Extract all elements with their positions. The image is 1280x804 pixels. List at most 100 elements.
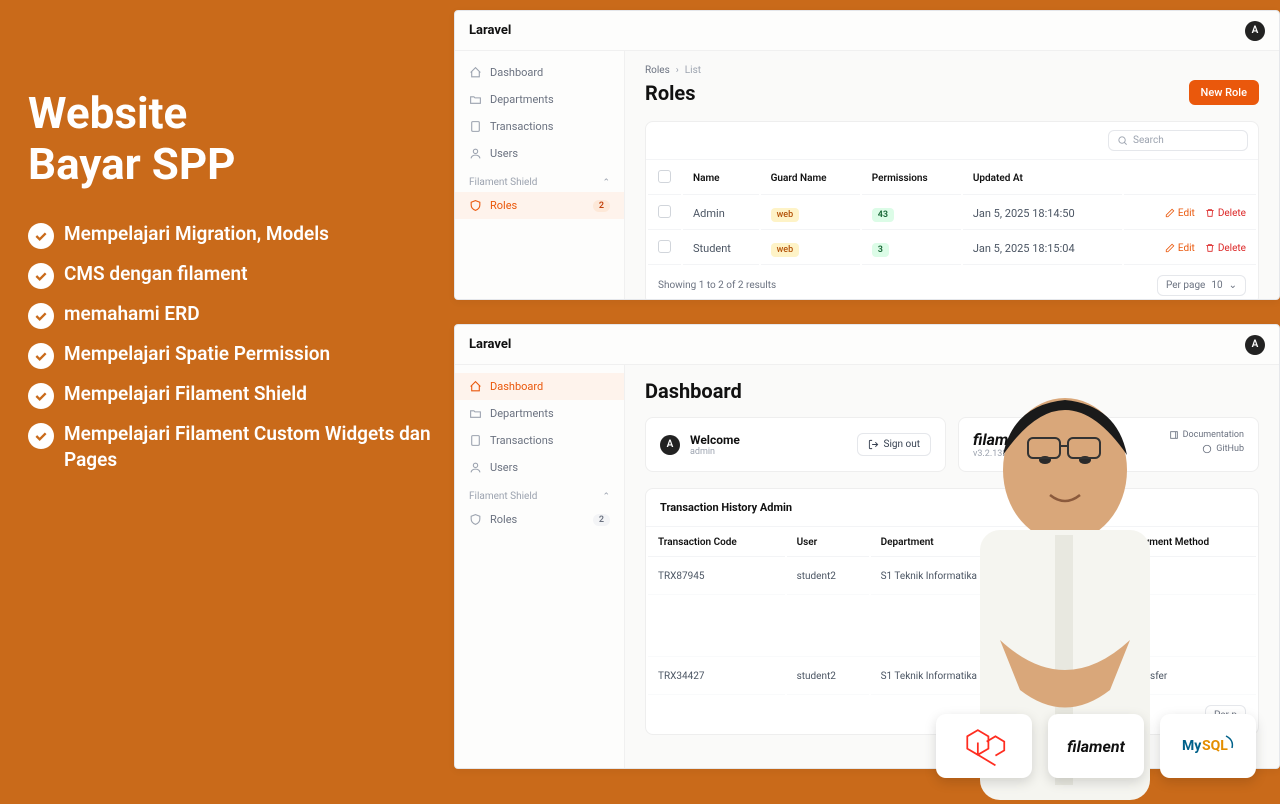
col-updated[interactable]: Updated At [963, 162, 1122, 195]
nav-label: Dashboard [490, 380, 543, 393]
sidebar-item-transactions[interactable]: Transactions [455, 113, 624, 140]
nav-label: Transactions [490, 120, 553, 133]
user-avatar[interactable]: A [1245, 335, 1265, 355]
cell-name: Student [683, 232, 759, 265]
cell-updated: Jan 5, 2025 18:14:50 [963, 197, 1122, 230]
permission-badge: 43 [872, 208, 894, 222]
pencil-icon [1165, 243, 1175, 253]
home-icon [469, 380, 482, 393]
signout-button[interactable]: Sign out [857, 433, 931, 456]
col-code[interactable]: Transaction Code [648, 529, 785, 557]
cell-dept: S1 Teknik Informatika [871, 559, 1032, 595]
laravel-logo [936, 714, 1032, 778]
nav-label: Roles [490, 199, 517, 212]
chevron-down-icon: ⌄ [1229, 280, 1237, 291]
check-icon [28, 303, 54, 329]
delete-button[interactable]: Delete [1205, 243, 1246, 254]
panel-header: Laravel A [455, 11, 1279, 51]
feature-text: memahami ERD [64, 301, 200, 327]
trash-icon [1205, 208, 1215, 218]
sidebar-item-departments[interactable]: Departments [455, 86, 624, 113]
sidebar-item-roles[interactable]: Roles 2 [455, 192, 624, 219]
per-page-value: 10 [1211, 280, 1222, 291]
cell-sem: 1 [1033, 659, 1120, 695]
transaction-title: Transaction History Admin [646, 489, 1258, 527]
row-checkbox[interactable] [658, 205, 671, 218]
cell-user: student2 [787, 559, 869, 595]
col-method[interactable]: Payment Method [1123, 529, 1256, 557]
promo-panel: Website Bayar SPP Mempelajari Migration,… [28, 88, 448, 484]
sidebar-item-dashboard[interactable]: Dashboard [455, 373, 624, 400]
nav-label: Dashboard [490, 66, 543, 79]
pencil-icon [1165, 208, 1175, 218]
signout-icon [868, 439, 879, 450]
github-link[interactable]: GitHub [1202, 444, 1244, 454]
row-checkbox[interactable] [658, 240, 671, 253]
chevron-right-icon: › [676, 65, 679, 76]
check-icon [28, 343, 54, 369]
home-icon [469, 66, 482, 79]
transaction-table: Transaction Code User Department Semeste… [646, 527, 1258, 697]
documentation-link[interactable]: Documentation [1169, 430, 1244, 440]
brand: Laravel [469, 337, 511, 352]
col-dept[interactable]: Department [871, 529, 1032, 557]
nav-group[interactable]: Filament Shield⌃ [455, 481, 624, 506]
new-role-button[interactable]: New Role [1189, 80, 1259, 105]
filament-card: filament v3.2.132 Documentation GitHub [958, 417, 1259, 472]
nav-label: Users [490, 461, 518, 474]
col-sem[interactable]: Semester [1033, 529, 1120, 557]
table-row: TRX34427 student2 S1 Teknik Informatika … [648, 659, 1256, 695]
feature-item: Mempelajari Migration, Models [28, 221, 448, 249]
nav-label: Roles [490, 513, 517, 526]
dashboard-panel: Laravel A Dashboard Departments Transact… [454, 324, 1280, 769]
sidebar-item-users[interactable]: Users [455, 140, 624, 167]
sidebar-item-users[interactable]: Users [455, 454, 624, 481]
shield-icon [469, 513, 482, 526]
receipt-icon [469, 434, 482, 447]
search-icon [1117, 135, 1128, 146]
nav-group[interactable]: Filament Shield⌃ [455, 167, 624, 192]
feature-item: Mempelajari Filament Custom Widgets dan … [28, 421, 448, 472]
feature-item: Mempelajari Filament Shield [28, 381, 448, 409]
edit-button[interactable]: Edit [1165, 208, 1195, 219]
nav-label: Departments [490, 93, 554, 106]
edit-button[interactable]: Edit [1165, 243, 1195, 254]
main-content: Dashboard A Welcome admin Sign out [625, 365, 1279, 768]
nav-label: Users [490, 147, 518, 160]
main-content: Roles › List Roles New Role Search [625, 51, 1279, 299]
search-input[interactable]: Search [1108, 130, 1248, 151]
brand: Laravel [469, 23, 511, 38]
user-avatar[interactable]: A [1245, 21, 1265, 41]
feature-text: CMS dengan filament [64, 261, 247, 287]
chevron-up-icon: ⌃ [602, 178, 610, 188]
col-user[interactable]: User [787, 529, 869, 557]
filament-logo: filament [1048, 714, 1144, 778]
col-permissions[interactable]: Permissions [862, 162, 961, 195]
users-icon [469, 461, 482, 474]
guard-badge: web [771, 243, 800, 257]
col-name[interactable]: Name [683, 162, 759, 195]
feature-item: CMS dengan filament [28, 261, 448, 289]
per-page-select[interactable]: Per page 10 ⌄ [1157, 275, 1246, 296]
sidebar-item-dashboard[interactable]: Dashboard [455, 59, 624, 86]
table-row: TRX87945 student2 S1 Teknik Informatika … [648, 559, 1256, 595]
users-icon [469, 147, 482, 160]
nav-badge: 2 [593, 200, 610, 212]
receipt-icon [469, 120, 482, 133]
delete-button[interactable]: Delete [1205, 208, 1246, 219]
roles-card: Search Name Guard Name Permissions Updat… [645, 121, 1259, 299]
cell-updated: Jan 5, 2025 18:15:04 [963, 232, 1122, 265]
select-all-checkbox[interactable] [658, 170, 671, 183]
col-guard[interactable]: Guard Name [761, 162, 860, 195]
breadcrumb-root[interactable]: Roles [645, 65, 670, 76]
search-placeholder: Search [1133, 135, 1164, 146]
page-title: Dashboard [645, 379, 1259, 403]
filament-version: v3.2.132 [973, 449, 1031, 459]
sidebar-item-transactions[interactable]: Transactions [455, 427, 624, 454]
sidebar-item-departments[interactable]: Departments [455, 400, 624, 427]
sidebar: Dashboard Departments Transactions Users… [455, 51, 625, 299]
sidebar-item-roles[interactable]: Roles2 [455, 506, 624, 533]
feature-list: Mempelajari Migration, Models CMS dengan… [28, 221, 448, 472]
guard-badge: web [771, 208, 800, 222]
cell-method [1123, 559, 1256, 595]
